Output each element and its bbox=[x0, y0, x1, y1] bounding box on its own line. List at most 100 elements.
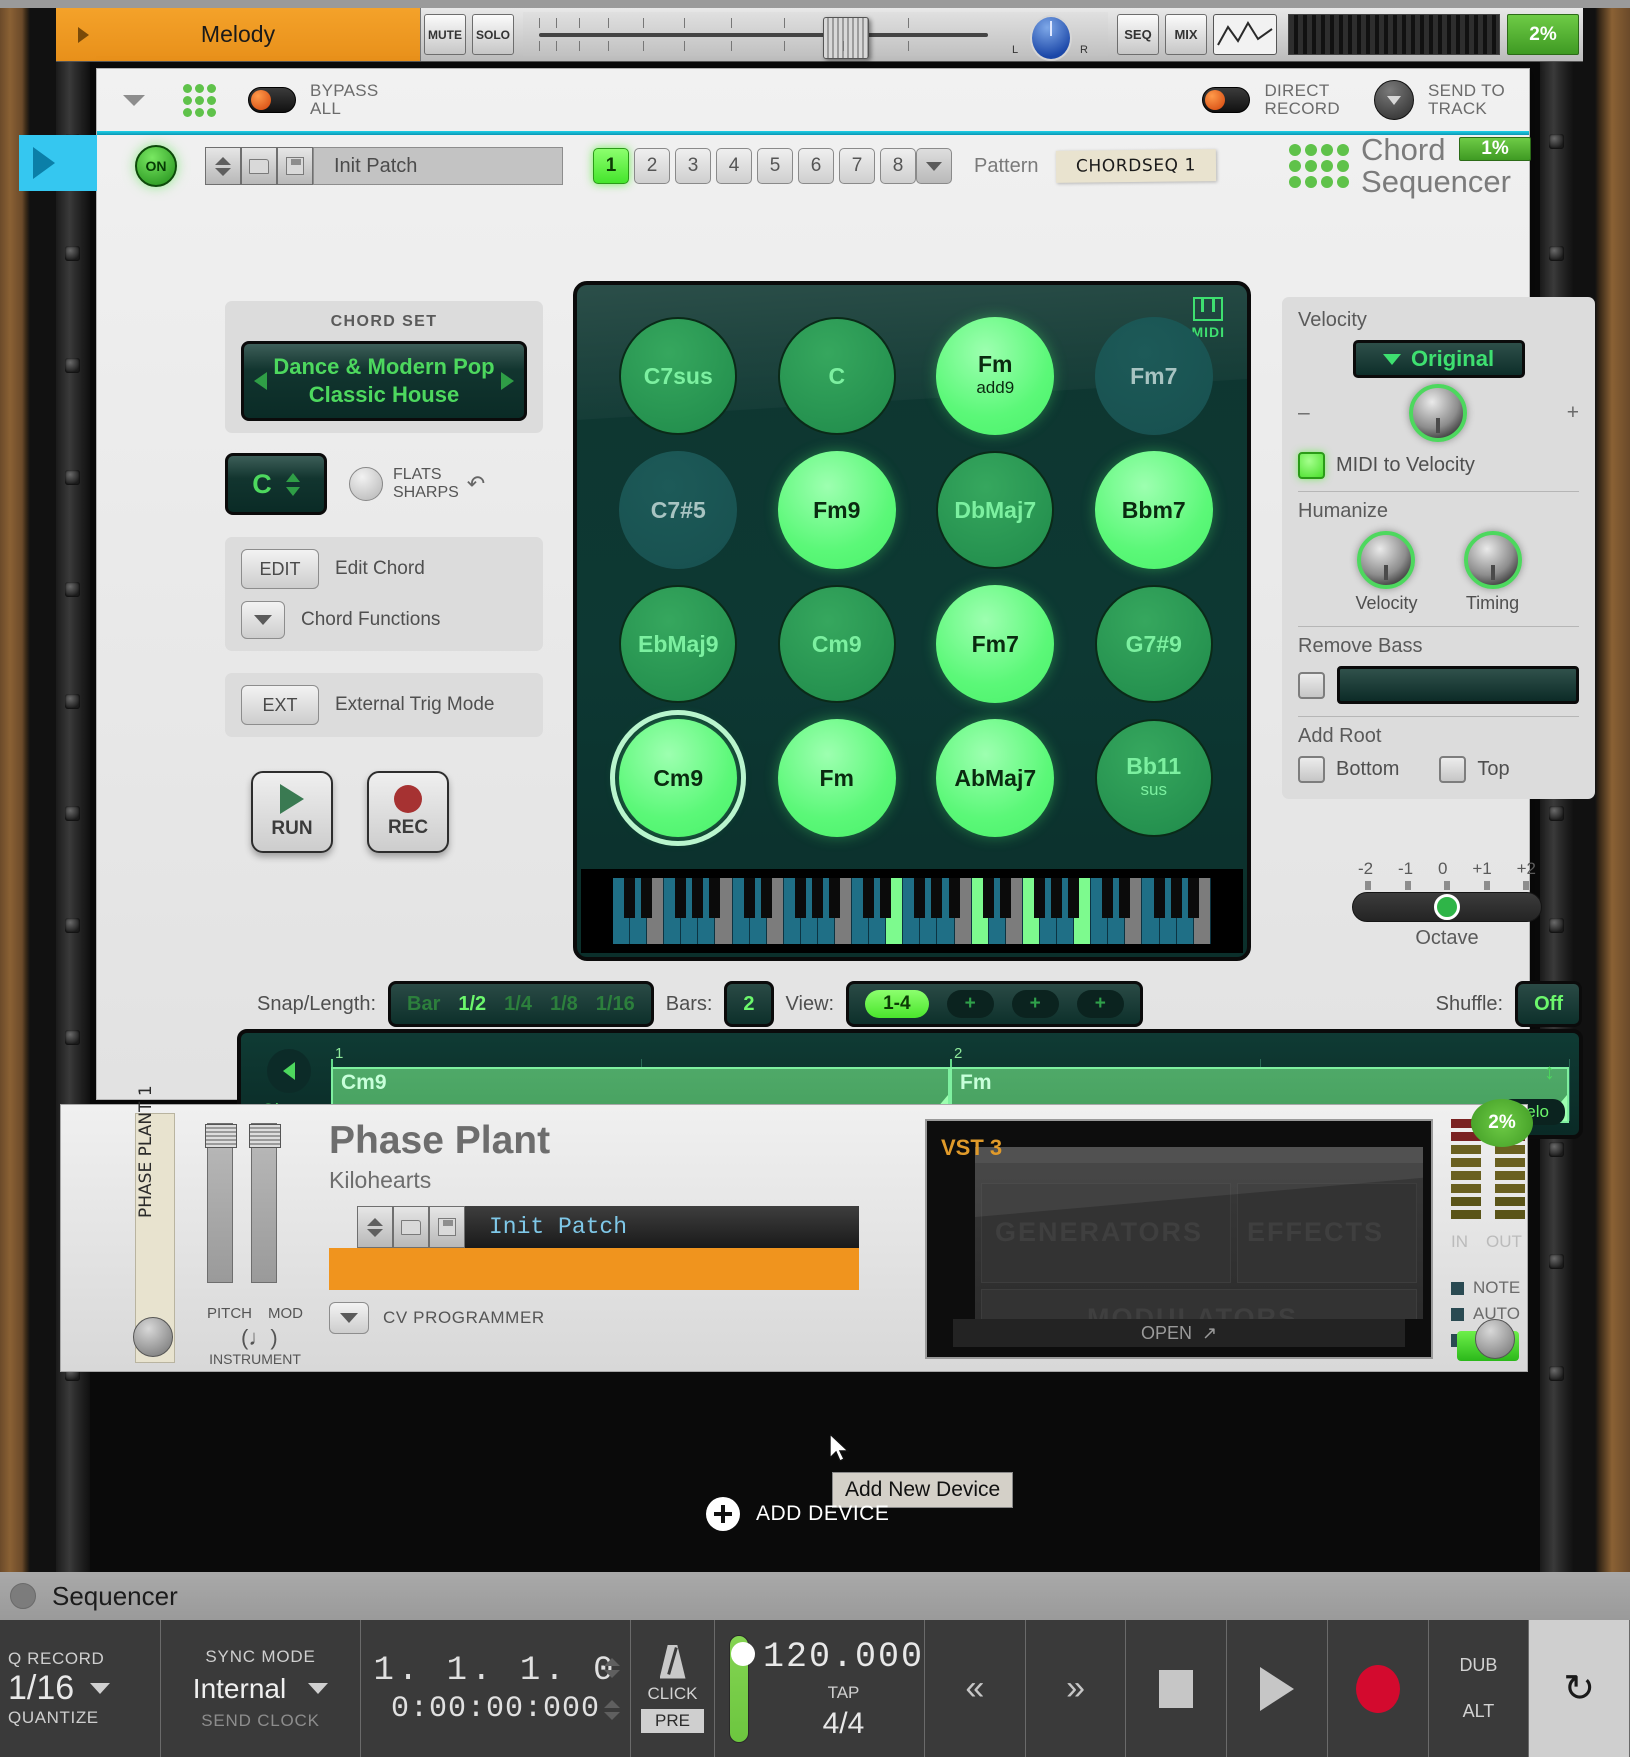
speaker-icon[interactable] bbox=[267, 1049, 311, 1093]
pattern-button-3[interactable]: 3 bbox=[675, 148, 711, 184]
snap-option-1-16[interactable]: 1/16 bbox=[596, 993, 635, 1016]
chord-pad[interactable]: C bbox=[777, 317, 896, 435]
ext-trig-button[interactable]: EXT bbox=[241, 685, 319, 725]
clock-steppers[interactable] bbox=[604, 1657, 620, 1720]
add-root-bottom-checkbox[interactable] bbox=[1298, 756, 1325, 783]
octave-slider[interactable] bbox=[1352, 892, 1542, 922]
chord-pad[interactable]: EbMaj9 bbox=[619, 585, 738, 703]
plugin-patch-save-button[interactable] bbox=[429, 1206, 465, 1248]
chord-pad[interactable]: Fm7 bbox=[1094, 317, 1213, 435]
fader-handle[interactable] bbox=[823, 17, 869, 59]
piano-key-white[interactable] bbox=[1091, 878, 1114, 944]
humanize-timing-knob[interactable] bbox=[1463, 531, 1522, 589]
chord-pad[interactable]: Cm9 bbox=[777, 585, 896, 703]
chord-functions-button[interactable] bbox=[241, 601, 285, 639]
pattern-button-5[interactable]: 5 bbox=[757, 148, 793, 184]
alt-label[interactable]: ALT bbox=[1463, 1701, 1495, 1722]
piano-key-black[interactable] bbox=[914, 878, 926, 918]
piano-key-black[interactable] bbox=[675, 878, 687, 918]
bars-value-group[interactable]: 2 bbox=[724, 981, 774, 1027]
piano-key-black[interactable] bbox=[880, 878, 892, 918]
velocity-resize-icon[interactable]: ↕ bbox=[1544, 1059, 1555, 1085]
piano-key-black[interactable] bbox=[863, 878, 875, 918]
next-chordset-icon[interactable] bbox=[501, 372, 514, 390]
piano-key-black[interactable] bbox=[743, 878, 755, 918]
chord-pad[interactable]: Fm7 bbox=[936, 585, 1055, 703]
plugin-patch-name[interactable]: Init Patch bbox=[465, 1206, 859, 1248]
caret-up-icon[interactable] bbox=[604, 1699, 620, 1708]
tempo-slider-handle[interactable] bbox=[731, 1641, 755, 1666]
caret-down-icon[interactable] bbox=[604, 1711, 620, 1720]
tempo-slider[interactable] bbox=[729, 1634, 755, 1743]
position-clock-section[interactable]: 1. 1. 1. 0 0:00:00:000 bbox=[360, 1620, 630, 1757]
tempo-value[interactable]: 120.000 bbox=[763, 1637, 924, 1677]
piano-key-black[interactable] bbox=[624, 878, 636, 918]
humanize-velocity-knob[interactable] bbox=[1357, 531, 1416, 589]
pattern-button-8[interactable]: 8 bbox=[880, 148, 916, 184]
device-left-knob[interactable] bbox=[133, 1317, 173, 1357]
time-stepper[interactable] bbox=[604, 1699, 620, 1720]
piano-key-black[interactable] bbox=[982, 878, 994, 918]
piano-key-black[interactable] bbox=[1068, 878, 1080, 918]
piano-key-black[interactable] bbox=[692, 878, 704, 918]
remove-bass-display[interactable] bbox=[1337, 666, 1579, 704]
forward-button[interactable]: » bbox=[1026, 1620, 1127, 1757]
routing-led-note[interactable]: NOTE bbox=[1451, 1278, 1547, 1298]
piano-key-black[interactable] bbox=[794, 878, 806, 918]
bypass-all-toggle[interactable] bbox=[248, 87, 296, 113]
position-stepper[interactable] bbox=[604, 1657, 620, 1678]
patch-save-button[interactable] bbox=[277, 147, 313, 185]
open-plugin-button[interactable]: OPEN ↗ bbox=[953, 1319, 1405, 1347]
view-add-button-2[interactable]: + bbox=[1011, 990, 1059, 1018]
stop-button[interactable] bbox=[1126, 1620, 1228, 1757]
add-device-row[interactable]: ADD DEVICE bbox=[706, 1497, 889, 1531]
pattern-dropdown-button[interactable] bbox=[916, 148, 952, 184]
chord-pad[interactable]: DbMaj7 bbox=[936, 451, 1055, 569]
piano-key-white[interactable] bbox=[852, 878, 875, 944]
direct-record-toggle[interactable] bbox=[1202, 87, 1251, 113]
patch-updown-button[interactable] bbox=[205, 147, 241, 185]
device-select-flag[interactable] bbox=[19, 135, 97, 191]
plugin-patch-open-button[interactable] bbox=[393, 1206, 429, 1248]
patch-name-field[interactable]: Init Patch bbox=[313, 147, 563, 185]
pattern-tape-label[interactable]: CHORDSEQ 1 bbox=[1056, 149, 1217, 183]
piano-key-white[interactable] bbox=[903, 878, 926, 944]
prev-chordset-icon[interactable] bbox=[254, 372, 267, 390]
run-button[interactable]: RUN bbox=[251, 771, 333, 853]
pattern-button-1[interactable]: 1 bbox=[593, 148, 629, 184]
automation-window[interactable] bbox=[1213, 14, 1277, 55]
chord-pad[interactable]: Fm bbox=[777, 719, 896, 837]
piano-key-black[interactable] bbox=[709, 878, 721, 918]
piano-key-black[interactable] bbox=[760, 878, 772, 918]
piano-key-black[interactable] bbox=[1119, 878, 1131, 918]
pre-count-button[interactable]: PRE bbox=[641, 1708, 704, 1733]
piano-key-black[interactable] bbox=[1170, 878, 1182, 918]
sequencer-toggle-icon[interactable] bbox=[10, 1583, 36, 1609]
patch-open-button[interactable] bbox=[241, 147, 277, 185]
piano-key-black[interactable] bbox=[1033, 878, 1045, 918]
chord-pad[interactable]: Fm add9 bbox=[936, 317, 1055, 435]
pitch-fader-handle[interactable] bbox=[205, 1124, 237, 1148]
midi-to-velocity-checkbox[interactable] bbox=[1298, 452, 1325, 479]
mix-button[interactable]: MIX bbox=[1165, 14, 1207, 55]
view-range-active[interactable]: 1-4 bbox=[865, 990, 929, 1018]
root-note-stepper[interactable] bbox=[285, 472, 300, 496]
pitch-fader[interactable] bbox=[205, 1123, 237, 1283]
device-on-button[interactable]: ON bbox=[135, 145, 177, 187]
piano-key-black[interactable] bbox=[829, 878, 841, 918]
chevron-down-icon[interactable] bbox=[308, 1683, 329, 1694]
piano-key-black[interactable] bbox=[948, 878, 960, 918]
chord-pad[interactable]: Bb11 sus bbox=[1094, 719, 1213, 837]
caret-down-icon[interactable] bbox=[285, 486, 300, 496]
velocity-mode-select[interactable]: Original bbox=[1352, 340, 1525, 378]
root-note-display[interactable]: C bbox=[225, 453, 327, 515]
record-button[interactable] bbox=[1328, 1620, 1429, 1757]
dub-alt-section[interactable]: DUB ALT bbox=[1429, 1620, 1530, 1757]
mod-fader[interactable] bbox=[249, 1123, 282, 1283]
loop-button[interactable]: ↻ bbox=[1529, 1620, 1630, 1757]
chord-pad[interactable]: AbMaj7 bbox=[936, 719, 1055, 837]
caret-down-icon[interactable] bbox=[604, 1669, 620, 1678]
chord-pad[interactable]: Fm9 bbox=[777, 451, 896, 569]
piano-key-white[interactable] bbox=[664, 878, 687, 944]
tap-tempo-button[interactable]: TAP bbox=[763, 1683, 924, 1703]
